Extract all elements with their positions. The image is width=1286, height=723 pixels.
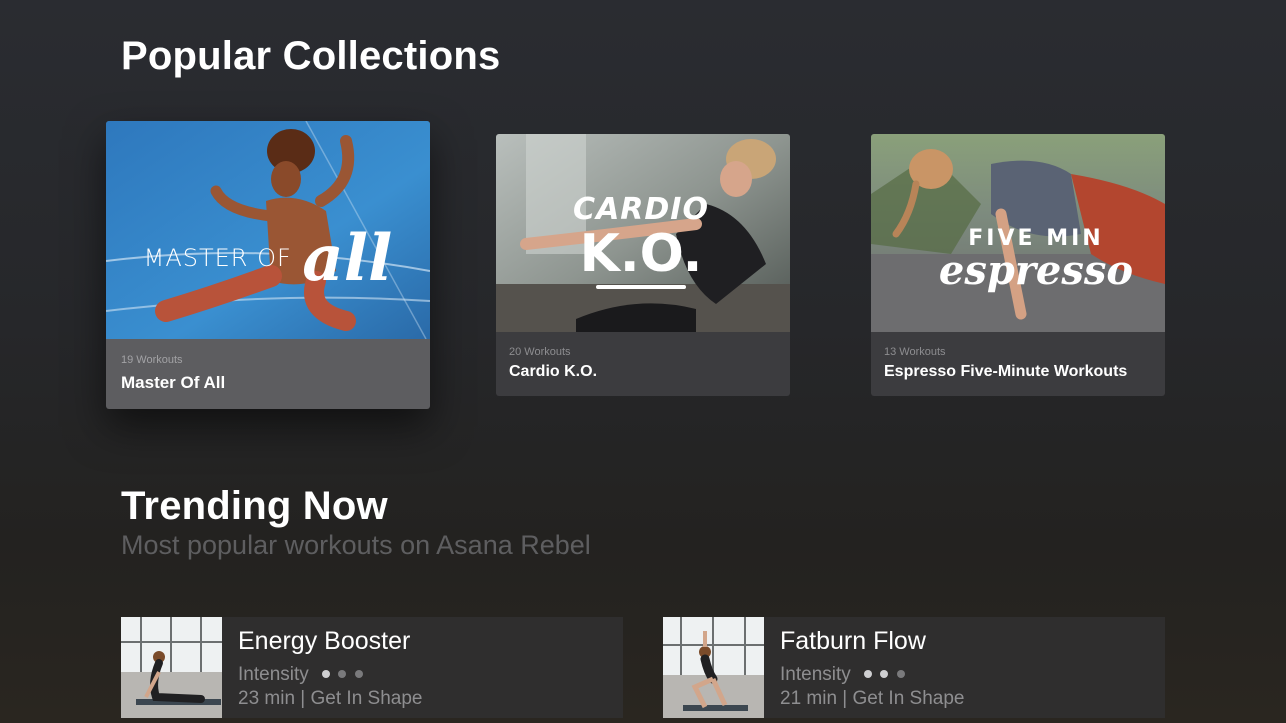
overlay-top-text: MASTER OF <box>143 244 292 272</box>
collection-title: Master Of All <box>121 373 226 392</box>
intensity-label: Intensity <box>780 664 851 685</box>
intensity-dot-empty <box>896 670 905 678</box>
intensity-dot-filled <box>880 670 889 678</box>
intensity-label: Intensity <box>238 664 309 685</box>
overlay-top-text: CARDIO <box>573 192 709 227</box>
collection-image-master-of-all: MASTER OF all <box>106 121 430 339</box>
intensity-dots <box>322 662 366 684</box>
intensity-dots <box>864 662 908 684</box>
workout-thumbnail <box>663 617 764 718</box>
workout-intensity: Intensity <box>780 662 908 686</box>
collection-card-espresso[interactable]: FIVE MIN espresso 13 Workouts Espresso F… <box>871 134 1165 396</box>
workout-name: Fatburn Flow <box>780 627 926 655</box>
workout-thumbnail <box>121 617 222 718</box>
trending-item-fatburn-flow[interactable]: Fatburn Flow Intensity 21 min | Get In S… <box>663 617 1165 718</box>
intensity-dot-empty <box>338 670 347 678</box>
collection-title: Cardio K.O. <box>509 363 598 380</box>
intensity-dot-filled <box>322 670 331 678</box>
overlay-script-text: K.O. <box>579 224 703 284</box>
collection-card-cardio-ko[interactable]: CARDIO K.O. 20 Workouts Cardio K.O. <box>496 134 790 396</box>
collection-title: Espresso Five-Minute Workouts <box>884 363 1128 380</box>
intensity-dot-empty <box>354 670 363 678</box>
workout-duration-goal: 21 min | Get In Shape <box>780 688 965 709</box>
collection-overlay-master-of-all: MASTER OF all <box>106 221 430 296</box>
overlay-underline <box>596 285 686 289</box>
overlay-script-text: all <box>302 221 393 296</box>
collection-image-cardio-ko: CARDIO K.O. <box>496 134 790 332</box>
workout-name: Energy Booster <box>238 627 411 655</box>
collection-card-master-of-all[interactable]: MASTER OF all 19 Workouts Master Of All <box>106 121 430 409</box>
collection-image-espresso: FIVE MIN espresso <box>871 134 1165 332</box>
collection-workout-count: 13 Workouts <box>884 346 946 358</box>
collection-overlay-espresso: FIVE MIN espresso <box>931 226 1141 291</box>
trending-now-title: Trending Now <box>121 484 388 528</box>
collection-workout-count: 20 Workouts <box>509 346 571 358</box>
collection-overlay-cardio-ko: CARDIO K.O. <box>536 192 746 289</box>
trending-subtitle: Most popular workouts on Asana Rebel <box>121 530 591 560</box>
workout-intensity: Intensity <box>238 662 366 686</box>
intensity-dot-filled <box>864 670 873 678</box>
popular-collections-title: Popular Collections <box>121 34 501 78</box>
workout-duration-goal: 23 min | Get In Shape <box>238 688 423 709</box>
collection-workout-count: 19 Workouts <box>121 354 183 366</box>
overlay-script-text: espresso <box>938 247 1134 294</box>
trending-item-energy-booster[interactable]: Energy Booster Intensity 23 min | Get In… <box>121 617 623 718</box>
